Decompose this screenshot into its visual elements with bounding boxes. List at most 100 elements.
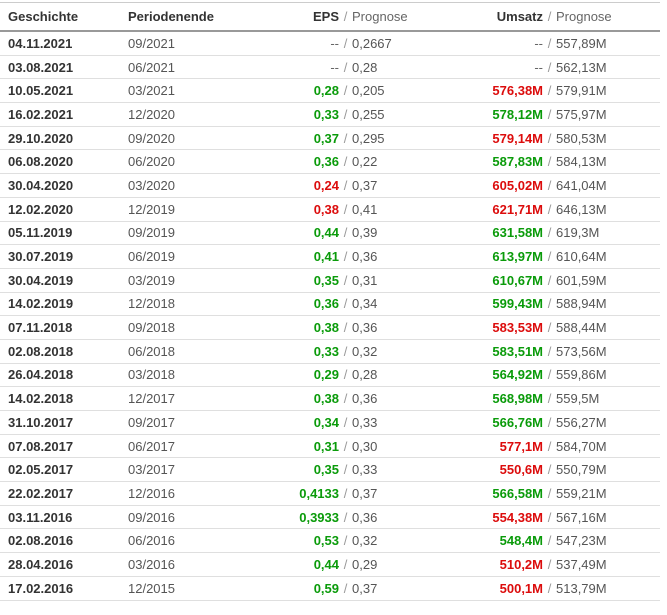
table-body: 04.11.2021 09/2021 -- / 0,2667 -- / 557,… (0, 32, 660, 601)
revenue-forecast: 567,16M (556, 510, 660, 525)
eps-forecast: 0,37 (352, 486, 443, 501)
report-date: 16.02.2021 (0, 107, 128, 122)
period-end: 03/2021 (128, 83, 250, 98)
header-history: Geschichte (0, 9, 128, 24)
revenue-separator: / (543, 202, 556, 217)
revenue-separator: / (543, 225, 556, 240)
table-row: 14.02.2019 12/2018 0,36 / 0,34 599,43M /… (0, 293, 660, 317)
revenue-separator: / (543, 462, 556, 477)
table-row: 10.05.2021 03/2021 0,28 / 0,205 576,38M … (0, 79, 660, 103)
eps-forecast: 0,33 (352, 415, 443, 430)
eps-separator: / (339, 415, 352, 430)
eps-separator: / (339, 131, 352, 146)
eps-separator: / (339, 225, 352, 240)
period-end: 09/2019 (128, 225, 250, 240)
report-date: 04.11.2021 (0, 36, 128, 51)
report-date: 14.02.2018 (0, 391, 128, 406)
revenue-separator: / (543, 107, 556, 122)
header-revenue-separator: / (543, 9, 556, 24)
eps-forecast: 0,41 (352, 202, 443, 217)
period-end: 09/2020 (128, 131, 250, 146)
eps-separator: / (339, 439, 352, 454)
revenue-actual: 510,2M (443, 557, 543, 572)
period-end: 06/2019 (128, 249, 250, 264)
revenue-forecast: 619,3M (556, 225, 660, 240)
revenue-forecast: 573,56M (556, 344, 660, 359)
report-date: 30.07.2019 (0, 249, 128, 264)
header-eps-separator: / (339, 9, 352, 24)
revenue-separator: / (543, 533, 556, 548)
revenue-actual: 566,76M (443, 415, 543, 430)
eps-separator: / (339, 391, 352, 406)
report-date: 30.04.2020 (0, 178, 128, 193)
eps-separator: / (339, 486, 352, 501)
revenue-forecast: 547,23M (556, 533, 660, 548)
revenue-forecast: 610,64M (556, 249, 660, 264)
revenue-actual: 610,67M (443, 273, 543, 288)
eps-actual: 0,53 (250, 533, 339, 548)
period-end: 06/2018 (128, 344, 250, 359)
revenue-separator: / (543, 83, 556, 98)
eps-actual: 0,35 (250, 462, 339, 477)
period-end: 09/2016 (128, 510, 250, 525)
period-end: 09/2021 (128, 36, 250, 51)
period-end: 12/2017 (128, 391, 250, 406)
table-row: 17.02.2016 12/2015 0,59 / 0,37 500,1M / … (0, 577, 660, 601)
eps-forecast: 0,30 (352, 439, 443, 454)
eps-actual: -- (250, 36, 339, 51)
revenue-forecast: 556,27M (556, 415, 660, 430)
revenue-separator: / (543, 296, 556, 311)
period-end: 12/2019 (128, 202, 250, 217)
table-row: 14.02.2018 12/2017 0,38 / 0,36 568,98M /… (0, 387, 660, 411)
eps-forecast: 0,31 (352, 273, 443, 288)
revenue-actual: 576,38M (443, 83, 543, 98)
revenue-forecast: 588,44M (556, 320, 660, 335)
revenue-forecast: 588,94M (556, 296, 660, 311)
table-row: 06.08.2020 06/2020 0,36 / 0,22 587,83M /… (0, 150, 660, 174)
period-end: 12/2020 (128, 107, 250, 122)
eps-actual: 0,29 (250, 367, 339, 382)
revenue-actual: 548,4M (443, 533, 543, 548)
eps-actual: 0,38 (250, 202, 339, 217)
eps-separator: / (339, 344, 352, 359)
report-date: 28.04.2016 (0, 557, 128, 572)
revenue-separator: / (543, 60, 556, 75)
eps-actual: 0,38 (250, 391, 339, 406)
period-end: 06/2020 (128, 154, 250, 169)
table-row: 12.02.2020 12/2019 0,38 / 0,41 621,71M /… (0, 198, 660, 222)
revenue-separator: / (543, 391, 556, 406)
revenue-forecast: 584,13M (556, 154, 660, 169)
revenue-forecast: 559,21M (556, 486, 660, 501)
report-date: 02.05.2017 (0, 462, 128, 477)
revenue-actual: 577,1M (443, 439, 543, 454)
period-end: 09/2018 (128, 320, 250, 335)
eps-forecast: 0,33 (352, 462, 443, 477)
eps-actual: 0,38 (250, 320, 339, 335)
table-row: 02.05.2017 03/2017 0,35 / 0,33 550,6M / … (0, 458, 660, 482)
eps-actual: 0,33 (250, 107, 339, 122)
revenue-forecast: 559,86M (556, 367, 660, 382)
eps-separator: / (339, 581, 352, 596)
revenue-actual: 587,83M (443, 154, 543, 169)
period-end: 06/2016 (128, 533, 250, 548)
report-date: 02.08.2018 (0, 344, 128, 359)
eps-forecast: 0,34 (352, 296, 443, 311)
eps-separator: / (339, 296, 352, 311)
revenue-separator: / (543, 178, 556, 193)
period-end: 06/2021 (128, 60, 250, 75)
eps-actual: 0,41 (250, 249, 339, 264)
revenue-separator: / (543, 36, 556, 51)
report-date: 07.11.2018 (0, 320, 128, 335)
revenue-forecast: 537,49M (556, 557, 660, 572)
revenue-actual: 605,02M (443, 178, 543, 193)
table-row: 02.08.2018 06/2018 0,33 / 0,32 583,51M /… (0, 340, 660, 364)
earnings-history-table: Geschichte Periodenende EPS / Prognose U… (0, 2, 660, 601)
report-date: 14.02.2019 (0, 296, 128, 311)
eps-actual: 0,34 (250, 415, 339, 430)
table-row: 03.11.2016 09/2016 0,3933 / 0,36 554,38M… (0, 506, 660, 530)
report-date: 06.08.2020 (0, 154, 128, 169)
eps-separator: / (339, 178, 352, 193)
table-row: 22.02.2017 12/2016 0,4133 / 0,37 566,58M… (0, 482, 660, 506)
eps-forecast: 0,28 (352, 60, 443, 75)
eps-forecast: 0,28 (352, 367, 443, 382)
